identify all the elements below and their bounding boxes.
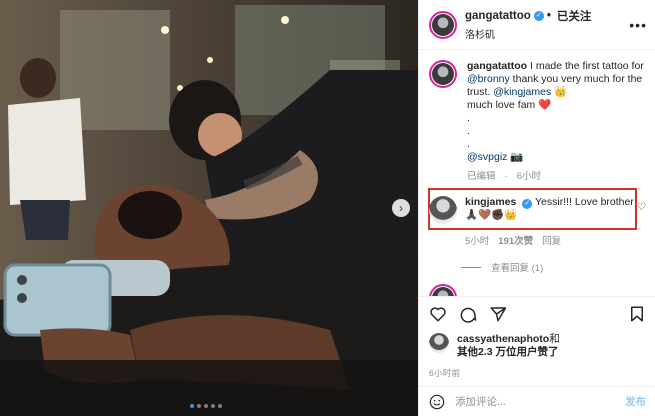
author-username[interactable]: gangatattoo [465, 10, 531, 22]
follow-status-button[interactable]: 已关注 [557, 8, 592, 24]
more-icon[interactable]: ••• [625, 17, 647, 33]
emoji-icon[interactable] [429, 394, 445, 410]
comment-time[interactable]: 5小时 [465, 235, 489, 248]
carousel-dot [218, 404, 222, 408]
view-replies-button[interactable]: 查看回复 (1) [461, 260, 543, 274]
caption-text-tail: much love fam [467, 99, 539, 111]
action-bar: cassyathenaphoto和 其他2.3 万位用户赞了 6小时前 [419, 296, 655, 379]
mention-svpgiz[interactable]: @svpgiz [467, 151, 507, 163]
comment-icon[interactable] [459, 305, 477, 323]
comments-section: gangatattoo I made the first tattoo for … [419, 50, 655, 296]
view-replies-label: 查看回复 (1) [491, 263, 544, 274]
add-comment-bar: 发布 [419, 386, 655, 416]
comment-kingjames: kingjames ✓ Yessir!!! Love brother 🙏🏿🤎✊🏿… [419, 196, 655, 248]
camera-emoji: 📷 [510, 151, 524, 163]
heart-emoji: ❤️ [538, 99, 552, 111]
post-comment-button[interactable]: 发布 [625, 394, 646, 409]
liker-avatar[interactable] [429, 333, 449, 353]
caption-dot-3: . [467, 138, 470, 150]
caption-username[interactable]: gangatattoo [467, 60, 527, 72]
reply-button[interactable]: 回复 [542, 235, 561, 248]
heart-icon[interactable] [429, 305, 447, 323]
caption-dot-2: . [467, 125, 470, 137]
mention-bronny[interactable]: @bronny [467, 73, 510, 85]
post-sidebar: gangatattoo ✓ • 已关注 洛杉矶 ••• gangatattoo … [418, 0, 655, 416]
share-icon[interactable] [489, 305, 507, 323]
comment-avatar[interactable] [429, 196, 457, 224]
caption-text: I made the first tattoo for [530, 60, 644, 72]
caption-meta: 已编辑 · 6小时 [467, 170, 541, 183]
photo-illustration [0, 0, 418, 416]
next-photo-button[interactable]: › [392, 199, 410, 217]
verified-icon: ✓ [522, 199, 533, 209]
mention-kingjames[interactable]: @kingjames [493, 86, 551, 98]
instagram-post-modal: › gangatattoo ✓ • 已关注 洛杉矶 ••• gangatatto… [0, 0, 655, 416]
edited-label: 已编辑 [467, 171, 496, 182]
likes-count[interactable]: 其他2.3 万位用户赞了 [457, 346, 559, 358]
author-avatar[interactable] [429, 10, 457, 39]
post-photo[interactable]: › [0, 0, 418, 416]
carousel-dot [190, 404, 194, 408]
liker-username[interactable]: cassyathenaphoto [457, 333, 549, 345]
liked-by-and: 和 [549, 333, 560, 345]
next-comment-avatar[interactable] [429, 284, 457, 296]
carousel-dot [211, 404, 215, 408]
comment-meta: 5小时 191次赞 回复 [465, 235, 646, 248]
comment-input[interactable] [455, 395, 625, 408]
heart-icon[interactable]: ♡ [637, 202, 646, 213]
caption: gangatattoo I made the first tattoo for … [419, 60, 655, 183]
carousel-dots [190, 404, 222, 408]
caption-time[interactable]: 6小时 [517, 170, 541, 183]
bookmark-icon[interactable] [628, 305, 646, 323]
comment-likes[interactable]: 191次赞 [498, 235, 533, 248]
crown-emoji: 👑 [554, 86, 568, 98]
verified-icon: ✓ [533, 11, 544, 21]
comment-emojis: 🙏🏿🤎✊🏿👑 [465, 209, 518, 221]
post-header: gangatattoo ✓ • 已关注 洛杉矶 ••• [419, 0, 655, 50]
caption-avatar[interactable] [429, 60, 457, 88]
carousel-dot [204, 404, 208, 408]
comment-text: Yessir!!! Love brother [535, 196, 634, 208]
chevron-right-icon: › [399, 201, 403, 215]
comment-username[interactable]: kingjames [465, 196, 516, 208]
carousel-dot [197, 404, 201, 408]
post-time[interactable]: 6小时前 [429, 367, 646, 379]
caption-dot-1: . [467, 112, 470, 124]
liked-by: cassyathenaphoto和 其他2.3 万位用户赞了 [429, 333, 646, 359]
post-location[interactable]: 洛杉矶 [465, 26, 625, 41]
